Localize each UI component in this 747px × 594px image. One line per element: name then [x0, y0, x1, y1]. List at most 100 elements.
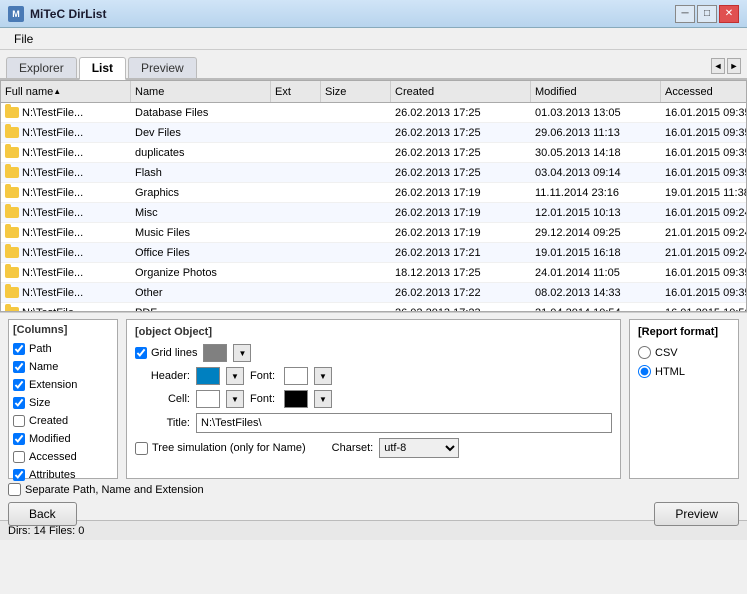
header-color-dropdown[interactable]: ▼	[226, 367, 244, 385]
cell-modified: 11.11.2014 23:16	[531, 183, 661, 202]
col-checkbox-name[interactable]	[13, 361, 25, 373]
title-field-input[interactable]	[196, 413, 612, 433]
col-header-created[interactable]: Created	[391, 81, 531, 102]
table-row[interactable]: N:\TestFile... Office Files 26.02.2013 1…	[1, 243, 746, 263]
table-row[interactable]: N:\TestFile... Music Files 26.02.2013 17…	[1, 223, 746, 243]
col-checkbox-accessed[interactable]	[13, 451, 25, 463]
columns-title: [Columns]	[13, 324, 113, 336]
folder-icon	[5, 247, 19, 258]
tab-list[interactable]: List	[79, 57, 126, 80]
cell-created: 26.02.2013 17:25	[391, 123, 531, 142]
close-button[interactable]: ✕	[719, 5, 739, 23]
table-row[interactable]: N:\TestFile... PDF 26.02.2013 17:23 21.0…	[1, 303, 746, 311]
col-header-ext[interactable]: Ext	[271, 81, 321, 102]
html-label: HTML	[655, 366, 685, 378]
col-checkbox-size[interactable]	[13, 397, 25, 409]
cell-accessed: 21.01.2015 09:24	[661, 223, 746, 242]
cell-size	[321, 103, 391, 122]
table-row[interactable]: N:\TestFile... Database Files 26.02.2013…	[1, 103, 746, 123]
cell-ext	[271, 123, 321, 142]
folder-icon	[5, 187, 19, 198]
file-list-body[interactable]: N:\TestFile... Database Files 26.02.2013…	[1, 103, 746, 311]
cell-created: 26.02.2013 17:23	[391, 303, 531, 311]
col-checkbox-path[interactable]	[13, 343, 25, 355]
report-format-panel: [Report format] CSV HTML	[629, 319, 739, 479]
file-list-header: Full name Name Ext Size Created Modified…	[1, 81, 746, 103]
cell-size	[321, 183, 391, 202]
table-row[interactable]: N:\TestFile... Misc 26.02.2013 17:19 12.…	[1, 203, 746, 223]
cell-name: PDF	[131, 303, 271, 311]
folder-icon	[5, 227, 19, 238]
table-row[interactable]: N:\TestFile... Organize Photos 18.12.201…	[1, 263, 746, 283]
gridlines-checkbox[interactable]	[135, 347, 147, 359]
table-row[interactable]: N:\TestFile... Other 26.02.2013 17:22 08…	[1, 283, 746, 303]
table-row[interactable]: N:\TestFile... Dev Files 26.02.2013 17:2…	[1, 123, 746, 143]
col-checkbox-label: Modified	[29, 433, 71, 445]
cell-modified: 19.01.2015 16:18	[531, 243, 661, 262]
cell-size	[321, 303, 391, 311]
separate-path-label: Separate Path, Name and Extension	[25, 484, 204, 496]
col-checkbox-modified[interactable]	[13, 433, 25, 445]
cell-font-dropdown[interactable]: ▼	[314, 390, 332, 408]
col-checkbox-created[interactable]	[13, 415, 25, 427]
cell-ext	[271, 223, 321, 242]
preview-button[interactable]: Preview	[654, 502, 739, 526]
table-row[interactable]: N:\TestFile... Flash 26.02.2013 17:25 03…	[1, 163, 746, 183]
cell-name: Flash	[131, 163, 271, 182]
tab-preview[interactable]: Preview	[128, 57, 197, 78]
cell-created: 26.02.2013 17:19	[391, 183, 531, 202]
status-bar: Dirs: 14 Files: 0	[0, 520, 747, 540]
col-header-fullname[interactable]: Full name	[1, 81, 131, 102]
tabs-bar: Explorer List Preview ◄ ►	[0, 50, 747, 80]
csv-radio[interactable]	[638, 346, 651, 359]
report-format-title: [Report format]	[638, 326, 730, 338]
html-radio[interactable]	[638, 365, 651, 378]
columns-checkbox-row: Extension	[13, 376, 113, 394]
cell-created: 26.02.2013 17:25	[391, 163, 531, 182]
cell-ext	[271, 203, 321, 222]
col-checkbox-attributes[interactable]	[13, 469, 25, 481]
menu-file[interactable]: File	[6, 30, 41, 48]
col-header-size[interactable]: Size	[321, 81, 391, 102]
html-layout-panel: [object Object] Grid lines ▼ Header: ▼ F…	[126, 319, 621, 479]
columns-checkbox-row: Name	[13, 358, 113, 376]
cell-created: 26.02.2013 17:19	[391, 223, 531, 242]
columns-checkbox-row: Created	[13, 412, 113, 430]
cell-modified: 03.04.2013 09:14	[531, 163, 661, 182]
cell-name: Office Files	[131, 243, 271, 262]
folder-icon	[5, 207, 19, 218]
col-header-accessed[interactable]: Accessed	[661, 81, 747, 102]
cell-name: Dev Files	[131, 123, 271, 142]
col-header-name[interactable]: Name	[131, 81, 271, 102]
bottom-panels-row: [Columns] Path Name Extension Size Creat…	[8, 319, 739, 479]
cell-accessed: 16.01.2015 09:35	[661, 103, 746, 122]
header-color-box	[196, 367, 220, 385]
tab-explorer[interactable]: Explorer	[6, 57, 77, 78]
col-checkbox-label: Attributes	[29, 469, 75, 481]
tab-nav-right[interactable]: ►	[727, 58, 741, 74]
table-row[interactable]: N:\TestFile... duplicates 26.02.2013 17:…	[1, 143, 746, 163]
col-header-modified[interactable]: Modified	[531, 81, 661, 102]
header-font-dropdown[interactable]: ▼	[314, 367, 332, 385]
col-checkbox-extension[interactable]	[13, 379, 25, 391]
charset-select[interactable]: utf-8 iso-8859-1 windows-1252	[379, 438, 459, 458]
minimize-button[interactable]: ─	[675, 5, 695, 23]
gridlines-color-dropdown[interactable]: ▼	[233, 344, 251, 362]
tab-navigation: ◄ ►	[711, 58, 741, 74]
tab-nav-left[interactable]: ◄	[711, 58, 725, 74]
cell-created: 26.02.2013 17:19	[391, 203, 531, 222]
cell-ext	[271, 143, 321, 162]
cell-size	[321, 263, 391, 282]
cell-modified: 29.12.2014 09:25	[531, 223, 661, 242]
back-button[interactable]: Back	[8, 502, 77, 526]
cell-ext	[271, 163, 321, 182]
csv-label: CSV	[655, 347, 678, 359]
cell-color-dropdown[interactable]: ▼	[226, 390, 244, 408]
cell-created: 26.02.2013 17:25	[391, 143, 531, 162]
separate-path-checkbox[interactable]	[8, 483, 21, 496]
maximize-button[interactable]: □	[697, 5, 717, 23]
table-row[interactable]: N:\TestFile... Graphics 26.02.2013 17:19…	[1, 183, 746, 203]
cell-font-color-box	[284, 390, 308, 408]
file-list-container: Full name Name Ext Size Created Modified…	[0, 80, 747, 312]
tree-simulation-checkbox[interactable]	[135, 442, 148, 455]
